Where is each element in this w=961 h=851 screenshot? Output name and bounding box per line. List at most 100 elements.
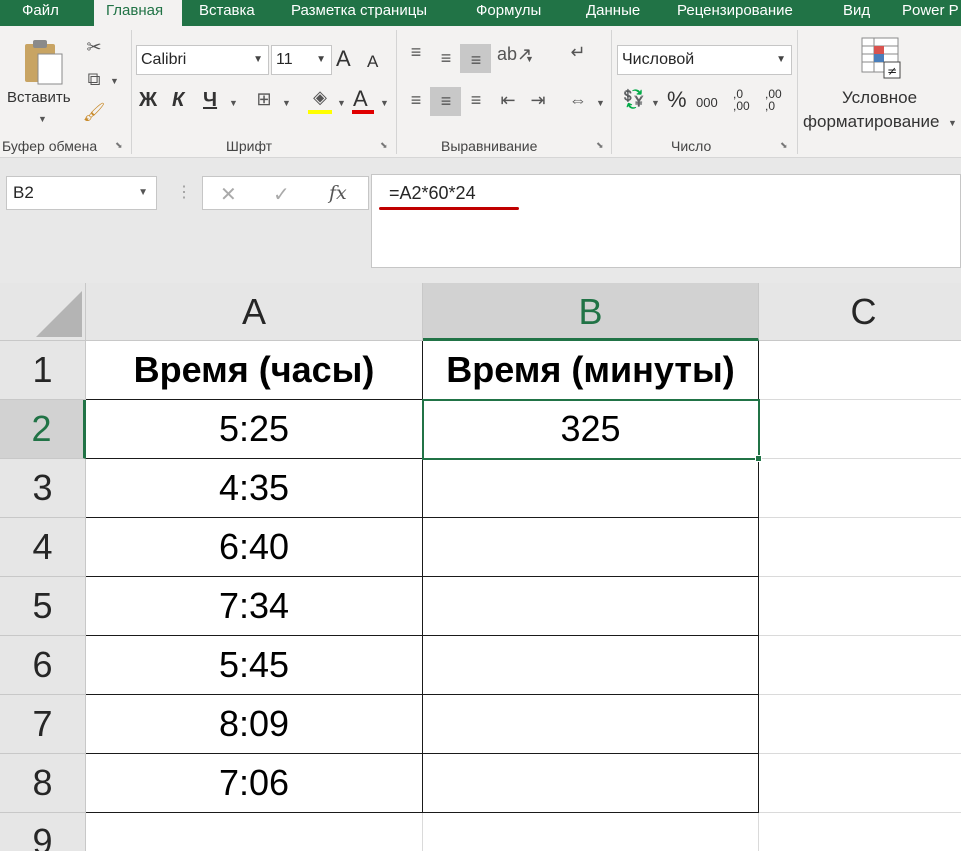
paste-dropdown-icon[interactable]: ▼	[38, 114, 47, 124]
cut-icon[interactable]: ✂	[82, 37, 106, 57]
increase-indent-icon[interactable]: ⇥	[526, 90, 550, 110]
cell-a9[interactable]	[86, 813, 423, 851]
formula-input[interactable]: =A2*60*24	[371, 174, 961, 268]
align-right-icon[interactable]: ≡	[464, 90, 488, 110]
cell-c6[interactable]	[759, 636, 961, 695]
thousands-button[interactable]: 000	[696, 95, 718, 110]
insert-function-icon[interactable]: fx	[329, 182, 347, 204]
decrease-decimal-button[interactable]: ,00 ,0	[765, 88, 791, 112]
fill-handle[interactable]	[755, 455, 762, 462]
tab-page-layout[interactable]: Разметка страницы	[291, 0, 427, 26]
cell-b7[interactable]	[423, 695, 759, 754]
cell-c7[interactable]	[759, 695, 961, 754]
cell-c8[interactable]	[759, 754, 961, 813]
currency-format-icon[interactable]: 💱	[620, 89, 648, 109]
column-header-a[interactable]: A	[86, 283, 423, 341]
fill-color-dropdown-icon[interactable]: ▼	[337, 98, 346, 108]
select-all-button[interactable]	[0, 283, 86, 341]
borders-dropdown-icon[interactable]: ▼	[282, 98, 291, 108]
cell-a2[interactable]: 5:25	[86, 400, 423, 459]
number-launcher-icon[interactable]: ⬊	[780, 140, 790, 150]
cell-b3[interactable]	[423, 459, 759, 518]
shrink-font-button[interactable]: A	[367, 52, 378, 72]
align-top-icon[interactable]: ≡	[404, 42, 428, 62]
underline-dropdown-icon[interactable]: ▼	[229, 98, 238, 108]
cell-c9[interactable]	[759, 813, 961, 851]
cell-a6[interactable]: 5:45	[86, 636, 423, 695]
wrap-text-icon[interactable]: ↵	[566, 42, 590, 62]
row-header-1[interactable]: 1	[0, 341, 86, 400]
clipboard-launcher-icon[interactable]: ⬊	[115, 140, 125, 150]
merge-dropdown-icon[interactable]: ▼	[596, 98, 605, 108]
cell-b6[interactable]	[423, 636, 759, 695]
row-header-4[interactable]: 4	[0, 518, 86, 577]
name-box[interactable]: B2 ▼	[6, 176, 157, 210]
conditional-formatting-button[interactable]: ≠	[860, 36, 904, 82]
bold-button[interactable]: Ж	[139, 89, 157, 112]
orientation-icon[interactable]: ab↗	[497, 44, 532, 64]
tab-data[interactable]: Данные	[586, 0, 640, 26]
cell-a7[interactable]: 8:09	[86, 695, 423, 754]
decrease-indent-icon[interactable]: ⇤	[496, 90, 520, 110]
font-launcher-icon[interactable]: ⬊	[380, 140, 390, 150]
cell-a1[interactable]: Время (часы)	[86, 341, 423, 400]
tab-power-pivot[interactable]: Power P	[902, 0, 959, 26]
column-header-b[interactable]: B	[423, 283, 759, 341]
cell-b4[interactable]	[423, 518, 759, 577]
conditional-formatting-dropdown-icon[interactable]: ▼	[948, 118, 957, 128]
font-size-select[interactable]: 11 ▼	[271, 45, 332, 75]
percent-button[interactable]: %	[667, 87, 687, 113]
currency-dropdown-icon[interactable]: ▼	[651, 98, 660, 108]
tab-insert[interactable]: Вставка	[199, 0, 255, 26]
formula-bar-grip-icon[interactable]: ⋮	[176, 180, 192, 206]
enter-icon[interactable]: ✓	[273, 182, 290, 207]
tab-formulas[interactable]: Формулы	[476, 0, 541, 26]
italic-button[interactable]: К	[172, 89, 184, 112]
number-format-select[interactable]: Числовой ▼	[617, 45, 792, 75]
cell-b8[interactable]	[423, 754, 759, 813]
tab-file[interactable]: Файл	[22, 0, 59, 26]
align-left-icon[interactable]: ≡	[404, 90, 428, 110]
tab-view[interactable]: Вид	[843, 0, 870, 26]
orientation-dropdown-icon[interactable]: ▼	[525, 54, 534, 64]
format-painter-icon[interactable]: 🖌	[82, 102, 106, 122]
cell-a5[interactable]: 7:34	[86, 577, 423, 636]
column-header-c[interactable]: C	[759, 283, 961, 341]
cell-b2[interactable]: 325	[423, 400, 759, 459]
font-name-select[interactable]: Calibri ▼	[136, 45, 269, 75]
underline-button[interactable]: Ч	[203, 89, 217, 112]
tab-home[interactable]: Главная	[94, 0, 182, 26]
font-color-dropdown-icon[interactable]: ▼	[380, 98, 389, 108]
copy-icon[interactable]: ⧉	[82, 69, 106, 89]
row-header-2[interactable]: 2	[0, 400, 86, 459]
cell-a4[interactable]: 6:40	[86, 518, 423, 577]
increase-decimal-button[interactable]: ,0 ,00	[733, 88, 759, 112]
font-color-button[interactable]: A	[353, 86, 368, 112]
alignment-launcher-icon[interactable]: ⬊	[596, 140, 606, 150]
cell-b5[interactable]	[423, 577, 759, 636]
cell-b9[interactable]	[423, 813, 759, 851]
tab-review[interactable]: Рецензирование	[677, 0, 793, 26]
row-header-9[interactable]: 9	[0, 813, 86, 851]
align-middle-icon[interactable]: ≡	[434, 48, 458, 68]
cell-a3[interactable]: 4:35	[86, 459, 423, 518]
cell-c4[interactable]	[759, 518, 961, 577]
merge-center-icon[interactable]: ⇔	[566, 90, 590, 110]
paste-button[interactable]	[22, 38, 64, 88]
row-header-3[interactable]: 3	[0, 459, 86, 518]
cell-b1[interactable]: Время (минуты)	[423, 341, 759, 400]
cell-c1[interactable]	[759, 341, 961, 400]
cell-c3[interactable]	[759, 459, 961, 518]
align-center-button[interactable]: ≡	[430, 87, 461, 116]
row-header-5[interactable]: 5	[0, 577, 86, 636]
align-bottom-button[interactable]: ≡	[460, 44, 491, 73]
row-header-7[interactable]: 7	[0, 695, 86, 754]
cell-a8[interactable]: 7:06	[86, 754, 423, 813]
borders-icon[interactable]: ⊞	[252, 89, 276, 109]
grow-font-button[interactable]: A	[336, 46, 351, 72]
cell-c5[interactable]	[759, 577, 961, 636]
row-header-8[interactable]: 8	[0, 754, 86, 813]
row-header-6[interactable]: 6	[0, 636, 86, 695]
copy-dropdown-icon[interactable]: ▼	[110, 76, 119, 86]
cancel-icon[interactable]: ✕	[220, 182, 237, 207]
